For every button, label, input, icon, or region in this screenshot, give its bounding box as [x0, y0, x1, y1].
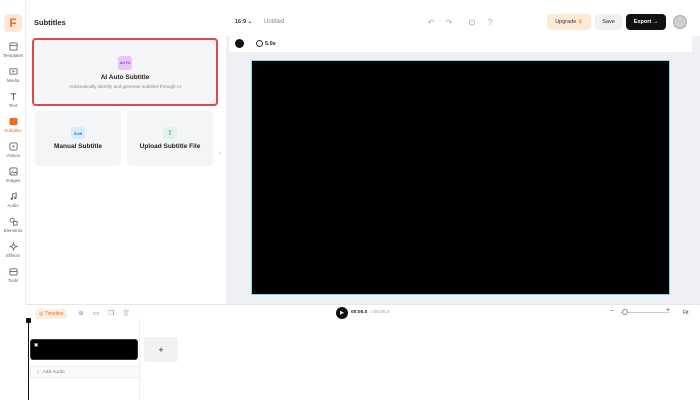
- project-name[interactable]: Untitled: [264, 19, 284, 25]
- redo-icon[interactable]: ↷: [444, 17, 454, 27]
- export-button[interactable]: Export →: [626, 14, 666, 30]
- timeline-label: Timeline: [44, 311, 64, 317]
- sidebar-item-label: Templates: [2, 53, 24, 58]
- add-audio-label: Add Audio: [42, 369, 65, 375]
- sidebar-item-tools[interactable]: Tools: [0, 267, 26, 289]
- upgrade-label: Upgrade: [555, 19, 577, 25]
- tools-icon: [8, 268, 18, 276]
- collapse-panel-icon[interactable]: ‹: [219, 150, 225, 164]
- add-clip-button[interactable]: +: [144, 337, 178, 362]
- sidebar-item-label: Audio: [7, 203, 19, 208]
- timeline-toggle[interactable]: ◎ Timeline: [35, 309, 68, 319]
- auto-subtitle-icon: AUTO: [118, 55, 132, 70]
- current-time: 00:05.0: [351, 310, 368, 315]
- media-icon: [8, 68, 18, 75]
- sidebar-item-media[interactable]: Media: [0, 67, 26, 89]
- fit-button[interactable]: Fit: [683, 310, 689, 316]
- sidebar-item-text[interactable]: Text: [0, 92, 26, 114]
- clip-tag-icon: ▣: [34, 342, 39, 347]
- sidebar-item-label: Images: [5, 178, 21, 183]
- arrow-right-icon: →: [652, 19, 659, 25]
- zoom-slider[interactable]: [621, 312, 669, 313]
- sidebar-item-label: Effects: [6, 253, 20, 258]
- images-icon: [8, 167, 18, 176]
- videos-icon: [8, 142, 18, 151]
- app-logo[interactable]: F: [4, 14, 22, 32]
- zoom-in-icon[interactable]: +: [666, 307, 670, 314]
- clock-icon: [256, 40, 263, 47]
- manual-subtitle-card[interactable]: SUB Manual Subtitle: [35, 111, 121, 166]
- templates-icon: [8, 42, 18, 51]
- upload-subtitle-card[interactable]: ⇧ Upload Subtitle File: [127, 111, 213, 166]
- sidebar-item-label: Text: [8, 103, 18, 108]
- card-description: Automatically identify and generate subt…: [69, 83, 181, 89]
- sidebar-item-videos[interactable]: Videos: [0, 142, 26, 164]
- sidebar-item-label: Videos: [6, 153, 20, 158]
- upgrade-button[interactable]: Upgrade ♛: [547, 14, 591, 30]
- ai-auto-subtitle-card[interactable]: AUTO AI Auto Subtitle Automatically iden…: [32, 38, 218, 106]
- undo-icon[interactable]: ↶: [426, 17, 436, 27]
- text-icon: [10, 93, 16, 101]
- play-button[interactable]: ▶: [336, 307, 348, 319]
- sidebar-item-elements[interactable]: Elements: [0, 217, 26, 239]
- crown-icon: ♛: [577, 19, 583, 25]
- total-time: / 00:05.0: [371, 310, 390, 315]
- music-note-icon: ♫: [36, 369, 40, 375]
- add-audio-track[interactable]: ♫ Add Audio: [30, 366, 140, 378]
- sidebar-item-subtitles[interactable]: Subtitles: [0, 117, 26, 139]
- sidebar-item-label: Subtitles: [4, 128, 22, 133]
- help-icon[interactable]: ?: [485, 17, 495, 27]
- video-canvas[interactable]: [251, 60, 670, 295]
- sidebar-item-effects[interactable]: Effects: [0, 242, 26, 264]
- background-color-swatch[interactable]: [235, 39, 244, 48]
- left-rail: F Templates Media Text Subtitles Videos …: [0, 0, 26, 304]
- zoom-slider-handle[interactable]: [622, 309, 628, 315]
- elements-icon: [9, 217, 18, 226]
- upload-icon: ⇧: [163, 127, 177, 139]
- zoom-out-icon[interactable]: −: [610, 308, 614, 315]
- card-title: AI Auto Subtitle: [100, 73, 150, 81]
- audio-icon: [10, 192, 17, 200]
- duration-control[interactable]: 5.0s: [256, 40, 276, 47]
- aspect-ratio-value: 16:9: [235, 19, 247, 25]
- sidebar-item-templates[interactable]: Templates: [0, 42, 26, 64]
- subtitles-icon: [8, 117, 18, 126]
- card-title: Manual Subtitle: [53, 143, 103, 150]
- sidebar-item-label: Tools: [7, 278, 19, 283]
- avatar[interactable]: [673, 15, 687, 29]
- sidebar-item-audio[interactable]: Audio: [0, 192, 26, 214]
- manual-subtitle-icon: SUB: [71, 127, 85, 139]
- track-divider: [139, 319, 140, 400]
- panel-title: Subtitles: [34, 18, 66, 27]
- effects-icon: [8, 242, 18, 251]
- subtitles-panel: Subtitles AUTO AI Auto Subtitle Automati…: [26, 0, 220, 304]
- aspect-ratio-select[interactable]: 16:9 ⌄: [235, 19, 252, 25]
- delete-icon[interactable]: 🗑: [122, 309, 130, 317]
- save-button[interactable]: Save: [595, 14, 622, 30]
- sidebar-item-label: Elements: [3, 228, 23, 233]
- export-label: Export: [633, 19, 652, 25]
- top-toolbar: 16:9 ⌄ Untitled ↶ ↷ ⊡ ? Upgrade ♛ Save E…: [226, 10, 700, 36]
- video-clip[interactable]: ▣: [30, 339, 138, 360]
- timeline-panel: ◎ Timeline ⊘ ▭ ❐ 🗑 ▶ 00:05.0 / 00:05.0 −…: [26, 304, 700, 400]
- canvas-control-bar: 5.0s: [229, 36, 692, 52]
- screenshot-icon[interactable]: ⊡: [467, 17, 477, 27]
- playhead[interactable]: [28, 319, 29, 400]
- sidebar-item-images[interactable]: Images: [0, 167, 26, 189]
- split-icon[interactable]: ⊘: [77, 309, 85, 317]
- duplicate-icon[interactable]: ❐: [107, 309, 115, 317]
- caption-icon[interactable]: ▭: [92, 309, 100, 317]
- sidebar-item-label: Media: [6, 78, 20, 83]
- card-title: Upload Subtitle File: [139, 143, 201, 150]
- duration-value: 5.0s: [265, 40, 276, 47]
